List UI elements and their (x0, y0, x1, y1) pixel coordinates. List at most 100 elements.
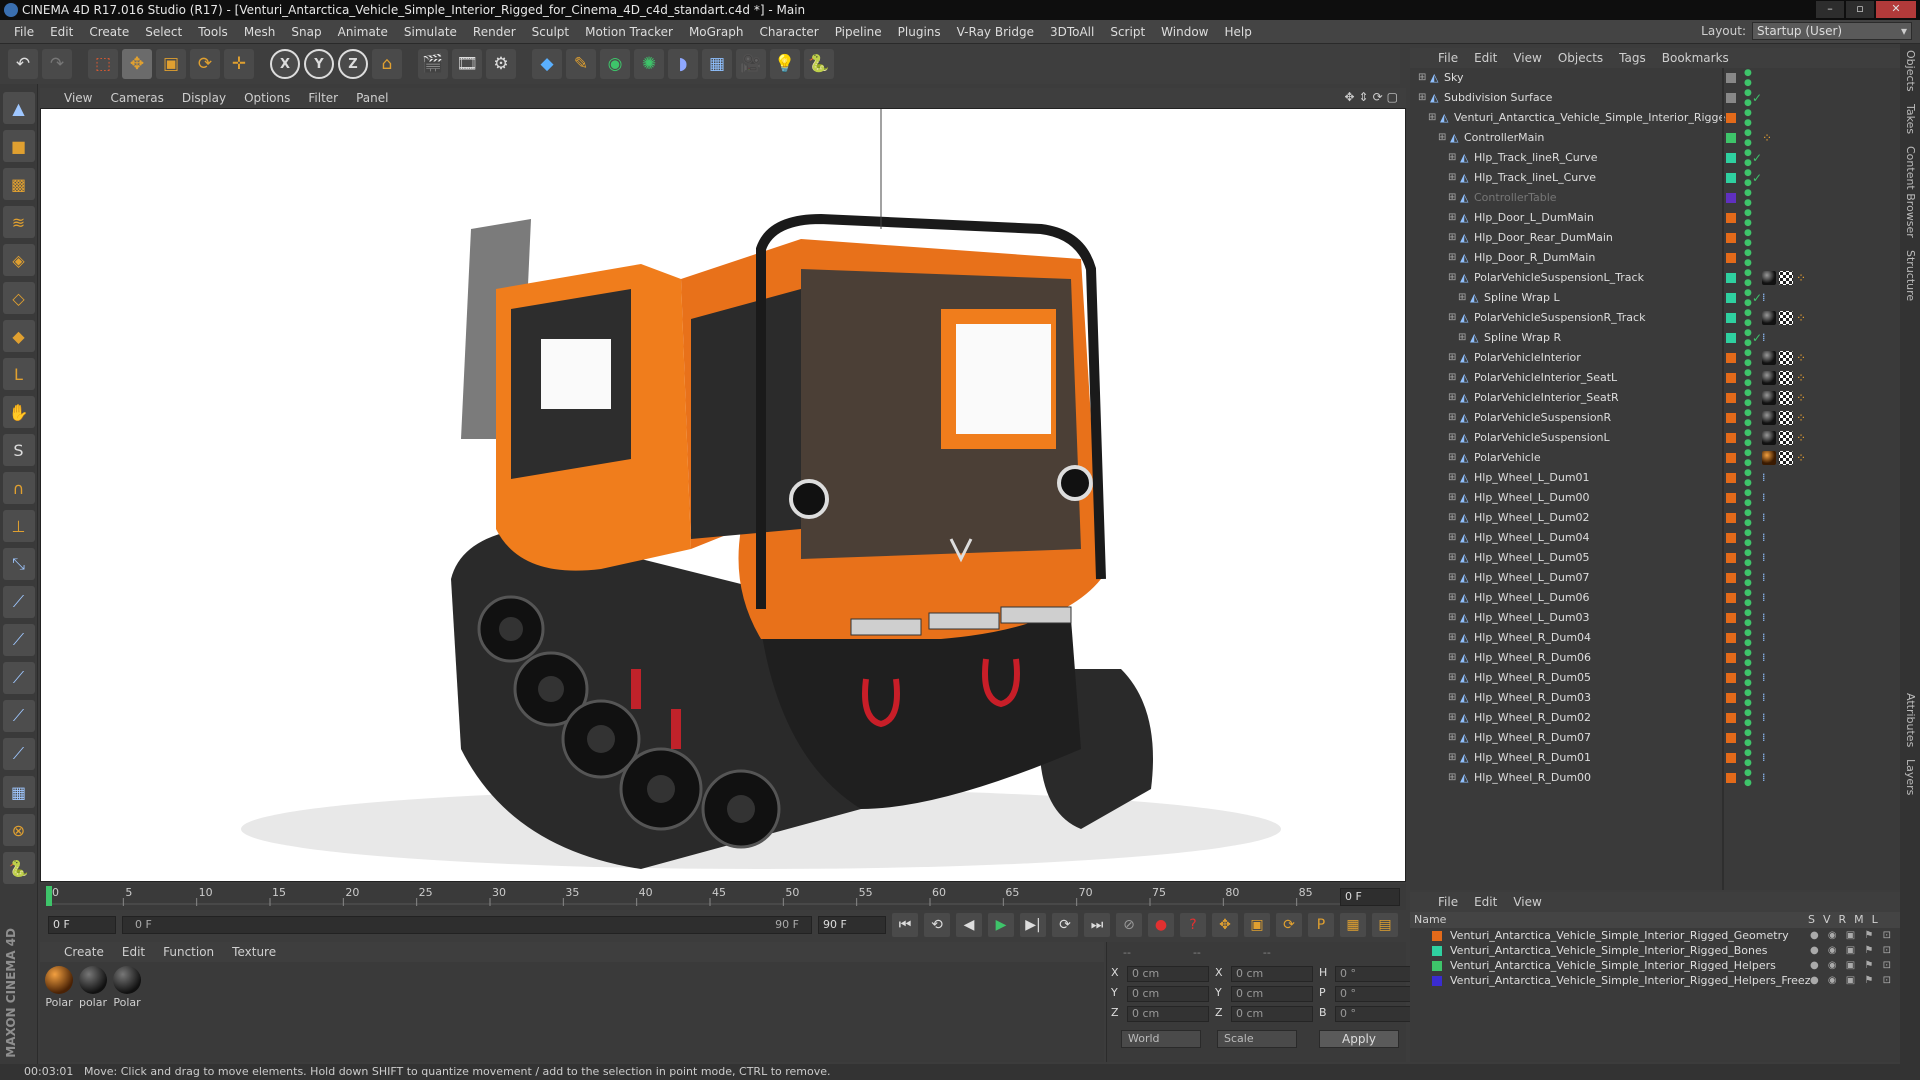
menu-snap[interactable]: Snap (283, 25, 329, 39)
layer-color-swatch[interactable] (1726, 633, 1736, 643)
object-row[interactable]: ⊞ ◭ Hlp_Track_lineR_Curve ● ● ✓ (1410, 148, 1900, 168)
live-selection-icon[interactable]: ⬚ (88, 49, 118, 79)
3d-viewport[interactable] (40, 108, 1406, 882)
expand-toggle-icon[interactable]: ⊞ (1448, 248, 1456, 268)
tab-content-browser[interactable]: Content Browser (1904, 140, 1917, 244)
material-tag-icon[interactable] (1762, 271, 1776, 285)
object-row[interactable]: ⊞ ◭ PolarVehicleInterior_SeatL ● ● ⁘ (1410, 368, 1900, 388)
visibility-dots-icon[interactable]: ● ● (1744, 708, 1752, 728)
layer-color-swatch[interactable] (1726, 673, 1736, 683)
tab-objects[interactable]: Objects (1904, 44, 1917, 98)
expand-toggle-icon[interactable]: ⊞ (1448, 388, 1456, 408)
camera-icon[interactable]: 🎥 (736, 49, 766, 79)
material-tag-icon[interactable] (1762, 411, 1776, 425)
layer-color-swatch[interactable] (1432, 976, 1442, 986)
expand-toggle-icon[interactable]: ⊞ (1448, 468, 1456, 488)
object-row[interactable]: ⊞ ◭ Hlp_Door_Rear_DumMain ● ● (1410, 228, 1900, 248)
floor-icon[interactable]: ▦ (702, 49, 732, 79)
uvw-tag-icon[interactable] (1779, 351, 1793, 365)
python-script-icon[interactable]: 🐍 (2, 852, 35, 884)
layer-menu-view[interactable]: View (1513, 895, 1541, 909)
loop-forward-icon[interactable]: ⟳ (1052, 913, 1078, 937)
visibility-dots-icon[interactable]: ● ● (1744, 548, 1752, 568)
object-row[interactable]: ⊞ ◭ Hlp_Wheel_L_Dum03 ● ● ⁞ (1410, 608, 1900, 628)
menu-tools[interactable]: Tools (190, 25, 236, 39)
weight-tag-icon[interactable]: ⁞ (1762, 551, 1776, 565)
layer-color-swatch[interactable] (1726, 353, 1736, 363)
pos-y-field[interactable]: 0 cm (1127, 986, 1209, 1002)
layer-color-swatch[interactable] (1726, 473, 1736, 483)
autokey-icon[interactable]: ? (1180, 913, 1206, 937)
render-settings-icon[interactable]: ⚙ (486, 49, 516, 79)
layer-flag-icons[interactable]: ● ◉ ▣ ⚑ ⊡ (1810, 973, 1894, 988)
uvw-tag-icon[interactable] (1779, 371, 1793, 385)
menu-plugins[interactable]: Plugins (890, 25, 949, 39)
key-param-icon[interactable]: P (1308, 913, 1334, 937)
enabled-check-icon[interactable]: ✓ (1752, 288, 1762, 308)
viewport-menu-view[interactable]: View (64, 91, 92, 105)
layer-flag-icons[interactable]: ● ◉ ▣ ⚑ ⊡ (1810, 958, 1894, 973)
obj-menu-file[interactable]: File (1438, 51, 1458, 65)
material-tag-icon[interactable] (1762, 371, 1776, 385)
close-button[interactable]: ✕ (1876, 1, 1916, 18)
uvw-tag-icon[interactable] (1779, 391, 1793, 405)
expand-toggle-icon[interactable]: ⊞ (1418, 88, 1426, 108)
material-item[interactable]: Polar (44, 966, 74, 1062)
bone-tool-icon[interactable]: ⟋ (2, 586, 35, 618)
layer-color-swatch[interactable] (1726, 73, 1736, 83)
expand-toggle-icon[interactable]: ⊞ (1448, 168, 1456, 188)
go-to-start-icon[interactable]: ⏮ (892, 913, 918, 937)
weight-tag-icon[interactable]: ⁞ (1762, 771, 1776, 785)
enabled-check-icon[interactable]: ✓ (1752, 148, 1762, 168)
layer-color-swatch[interactable] (1726, 313, 1736, 323)
snap-icon[interactable]: S (2, 434, 35, 466)
layer-row[interactable]: Venturi_Antarctica_Vehicle_Simple_Interi… (1410, 928, 1900, 943)
weight-tag-icon[interactable]: ⁞ (1762, 691, 1776, 705)
object-row[interactable]: ⊞ ◭ PolarVehicle ● ● ⁘ (1410, 448, 1900, 468)
layer-color-swatch[interactable] (1726, 233, 1736, 243)
mat-menu-texture[interactable]: Texture (232, 945, 276, 959)
expand-toggle-icon[interactable]: ⊞ (1448, 528, 1456, 548)
magnet-icon[interactable]: ∩ (2, 472, 35, 504)
expand-toggle-icon[interactable]: ⊞ (1448, 568, 1456, 588)
layer-color-swatch[interactable] (1726, 433, 1736, 443)
deform-icon[interactable]: ⊗ (2, 814, 35, 846)
expand-toggle-icon[interactable]: ⊞ (1448, 588, 1456, 608)
viewport-menu-filter[interactable]: Filter (308, 91, 338, 105)
object-row[interactable]: ⊞ ◭ Hlp_Wheel_R_Dum01 ● ● ⁞ (1410, 748, 1900, 768)
timeline-icon[interactable]: ▤ (1372, 913, 1398, 937)
layer-menu-file[interactable]: File (1438, 895, 1458, 909)
axis-mode-icon[interactable]: L (2, 358, 35, 390)
object-row[interactable]: ⊞ ◭ Hlp_Wheel_R_Dum04 ● ● ⁞ (1410, 628, 1900, 648)
object-row[interactable]: ⊞ ◭ PolarVehicleSuspensionR_Track ● ● ⁘ (1410, 308, 1900, 328)
enabled-check-icon[interactable]: ✓ (1752, 328, 1762, 348)
viewport-menu-display[interactable]: Display (182, 91, 226, 105)
layer-color-swatch[interactable] (1726, 513, 1736, 523)
y-axis-icon[interactable]: Y (304, 49, 334, 79)
object-row[interactable]: ⊞ ◭ Hlp_Wheel_R_Dum07 ● ● ⁞ (1410, 728, 1900, 748)
selection-tag-icon[interactable]: ⁘ (1796, 451, 1810, 465)
object-row[interactable]: ⊞ ◭ Hlp_Wheel_R_Dum05 ● ● ⁞ (1410, 668, 1900, 688)
menu-edit[interactable]: Edit (42, 25, 81, 39)
layer-flag-icons[interactable]: ● ◉ ▣ ⚑ ⊡ (1810, 928, 1894, 943)
menu-character[interactable]: Character (751, 25, 826, 39)
layer-color-swatch[interactable] (1726, 113, 1736, 123)
layer-color-swatch[interactable] (1726, 273, 1736, 283)
expand-toggle-icon[interactable]: ⊞ (1448, 668, 1456, 688)
layer-row[interactable]: Venturi_Antarctica_Vehicle_Simple_Interi… (1410, 958, 1900, 973)
subdivision-icon[interactable]: ◉ (600, 49, 630, 79)
material-item[interactable]: Polar (112, 966, 142, 1062)
expand-toggle-icon[interactable]: ⊞ (1448, 188, 1456, 208)
layer-color-swatch[interactable] (1726, 533, 1736, 543)
polygons-mode-icon[interactable]: ◆ (2, 320, 35, 352)
visibility-dots-icon[interactable]: ● ● (1744, 568, 1752, 588)
layer-color-swatch[interactable] (1726, 773, 1736, 783)
selection-tag-icon[interactable]: ⁘ (1796, 371, 1810, 385)
visibility-dots-icon[interactable]: ● ● (1744, 768, 1752, 788)
menu-file[interactable]: File (6, 25, 42, 39)
menu-window[interactable]: Window (1153, 25, 1216, 39)
size-y-field[interactable]: 0 cm (1231, 986, 1313, 1002)
weight-tag-icon[interactable]: ⁞ (1762, 471, 1776, 485)
pan-icon[interactable]: ✥ (1344, 90, 1354, 104)
object-row[interactable]: ⊞ ◭ Hlp_Wheel_R_Dum03 ● ● ⁞ (1410, 688, 1900, 708)
